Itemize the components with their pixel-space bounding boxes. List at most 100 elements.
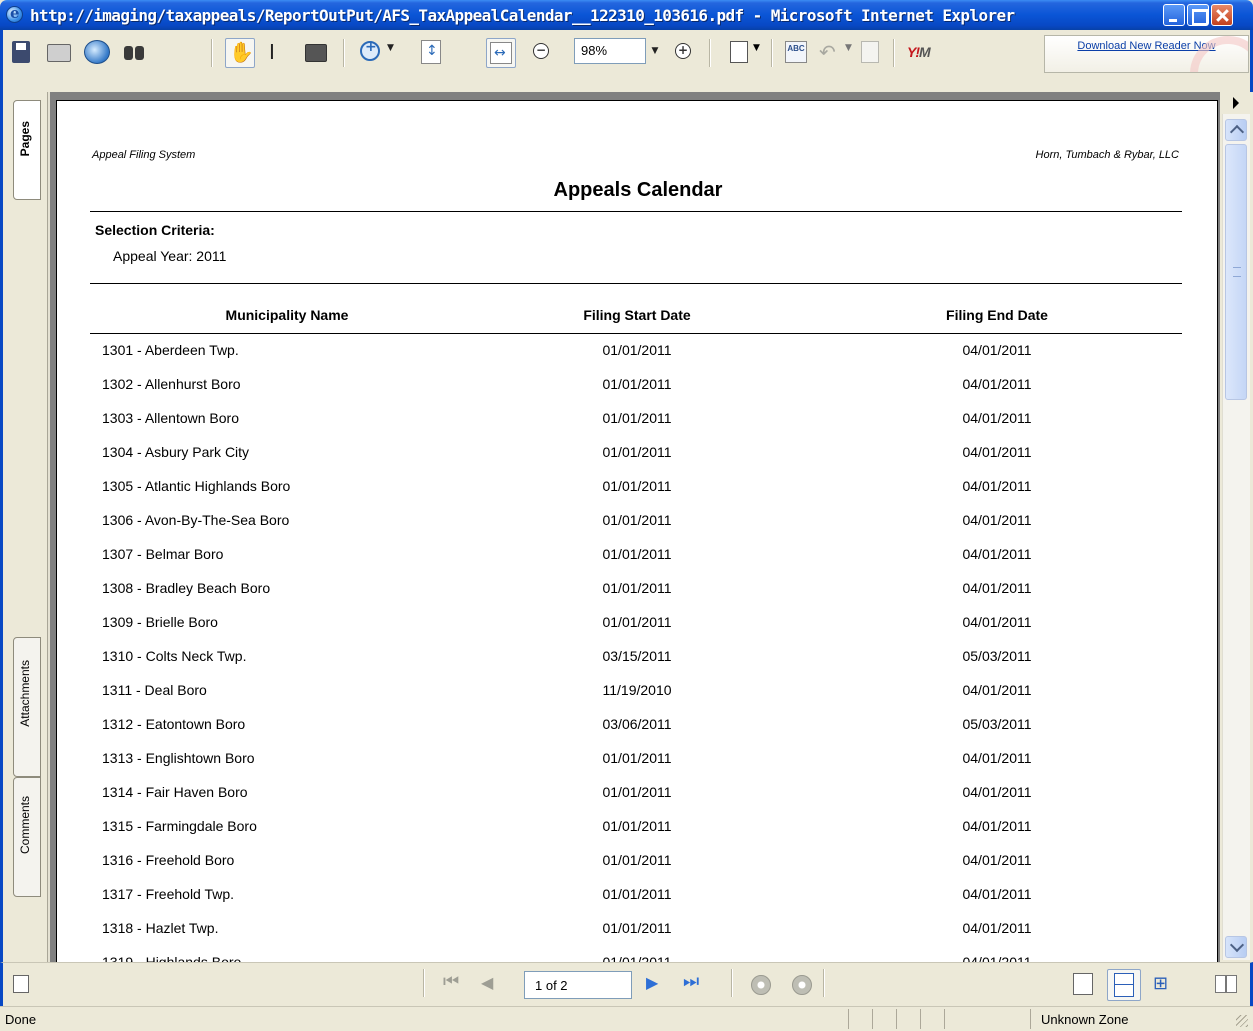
title-bar: http://imaging/taxappeals/ReportOutPut/A… (0, 0, 1253, 30)
start-date-cell: 01/01/2011 (602, 478, 672, 494)
table-row: 1305 - Atlantic Highlands Boro 01/01/2011… (57, 473, 1219, 507)
table-row: 1302 - Allenhurst Boro 01/01/2011 04/01/20… (57, 371, 1219, 405)
column-header-municipality: Municipality Name (225, 307, 349, 323)
next-view-icon[interactable] (792, 975, 812, 995)
page-number-field[interactable]: 1 of 2 (524, 971, 632, 999)
first-page-icon[interactable]: ⏮ (443, 971, 459, 992)
table-row: 1304 - Asbury Park City 01/01/2011 04/01/2… (57, 439, 1219, 473)
end-date-cell: 04/01/2011 (962, 784, 1032, 800)
table-row: 1309 - Brielle Boro 01/01/2011 04/01/2011 (57, 609, 1219, 643)
previous-view-icon[interactable] (751, 975, 771, 995)
print-icon[interactable] (47, 44, 71, 62)
chevron-down-icon[interactable]: ▼ (387, 43, 394, 53)
save-icon[interactable] (12, 41, 30, 63)
end-date-cell: 04/01/2011 (962, 920, 1032, 936)
fit-page-icon[interactable] (421, 40, 441, 64)
municipality-cell: 1304 - Asbury Park City (102, 444, 250, 460)
end-date-cell: 04/01/2011 (962, 546, 1032, 562)
tab-attachments[interactable]: Attachments (13, 637, 41, 777)
reader-toolbar: ✋ Ⅰ ▼ − 98% ▼ + ▼ ABC ↶ ▼ Y!M Download N… (0, 30, 1253, 92)
zoom-dropdown-icon[interactable]: ▼ (646, 38, 664, 64)
previous-page-icon[interactable]: ◀ (481, 973, 493, 992)
rotate-pages-icon[interactable] (730, 41, 748, 63)
page-layout-icon[interactable] (13, 975, 29, 993)
spell-check-icon[interactable]: ABC (785, 41, 807, 63)
search-icon[interactable] (123, 42, 145, 62)
end-date-cell: 04/01/2011 (962, 580, 1032, 596)
vertical-scrollbar[interactable] (1222, 114, 1250, 960)
table-row: 1310 - Colts Neck Twp. 03/15/2011 05/03/20… (57, 643, 1219, 677)
status-cell (944, 1009, 945, 1029)
fit-width-icon (490, 42, 512, 64)
navbar-separator (823, 969, 825, 997)
document-viewport[interactable]: Appeal Filing System Horn, Tumbach & Ryb… (50, 92, 1220, 962)
start-date-cell: 01/01/2011 (602, 580, 672, 596)
table-row: 1301 - Aberdeen Twp. 01/01/2011 04/01/2011 (57, 337, 1219, 371)
close-button[interactable] (1211, 4, 1233, 26)
resize-grip-icon[interactable] (1236, 1015, 1248, 1027)
table-row: 1313 - Englishtown Boro 01/01/2011 04/01/2… (57, 745, 1219, 779)
zoom-in-tool-icon[interactable] (360, 39, 380, 61)
end-date-cell: 04/01/2011 (962, 852, 1032, 868)
municipality-cell: 1316 - Freehold Boro (102, 852, 235, 868)
end-date-cell: 04/01/2011 (962, 478, 1032, 494)
scrollbar-thumb[interactable] (1225, 144, 1247, 400)
header-rule (90, 333, 1182, 334)
chevron-down-icon[interactable]: ▼ (753, 43, 760, 53)
start-date-cell: 03/15/2011 (602, 648, 672, 664)
zoom-in-icon[interactable]: + (675, 43, 691, 59)
municipality-cell: 1302 - Allenhurst Boro (102, 376, 241, 392)
email-icon[interactable] (84, 40, 110, 64)
tab-comments[interactable]: Comments (13, 777, 41, 897)
download-new-reader-link[interactable]: Download New Reader Now (1044, 35, 1249, 73)
status-cell (1030, 1009, 1031, 1029)
status-cell (920, 1009, 921, 1029)
toolbar-separator (771, 39, 773, 67)
scroll-up-icon[interactable] (1225, 119, 1247, 141)
toolbar-separator (343, 39, 345, 67)
end-date-cell: 04/01/2011 (962, 444, 1032, 460)
browser-window: http://imaging/taxappeals/ReportOutPut/A… (0, 0, 1253, 1031)
toolbar-separator (893, 39, 895, 67)
yahoo-search-icon[interactable]: Y!M (907, 44, 931, 60)
end-date-cell: 05/03/2011 (962, 648, 1032, 664)
end-date-cell: 04/01/2011 (962, 512, 1032, 528)
internet-explorer-icon (6, 4, 23, 23)
zoom-level-field[interactable]: 98% (574, 38, 646, 64)
minimize-button[interactable] (1163, 4, 1185, 26)
undo-icon[interactable]: ↶ (819, 40, 836, 64)
scroll-down-icon[interactable] (1225, 936, 1247, 958)
municipality-cell: 1307 - Belmar Boro (102, 546, 224, 562)
status-cell (872, 1009, 873, 1029)
status-bar: Done Unknown Zone (0, 1006, 1253, 1031)
continuous-facing-icon[interactable]: ⊞ (1153, 973, 1168, 994)
start-date-cell: 01/01/2011 (602, 614, 672, 630)
toolbar-separator (211, 39, 213, 67)
chevron-down-icon[interactable]: ▼ (845, 43, 852, 53)
zoom-out-icon[interactable]: − (533, 43, 549, 59)
municipality-cell: 1303 - Allentown Boro (102, 410, 239, 426)
report-header-right: Horn, Tumbach & Rybar, LLC (1035, 149, 1179, 161)
tab-pages[interactable]: Pages (13, 100, 41, 200)
start-date-cell: 01/01/2011 (602, 750, 672, 766)
municipality-cell: 1314 - Fair Haven Boro (102, 784, 248, 800)
navbar-separator (423, 969, 425, 997)
last-page-icon[interactable]: ⏭ (683, 971, 699, 992)
status-text: Done (5, 1012, 37, 1027)
next-page-icon[interactable]: ▶ (646, 973, 658, 992)
end-date-cell: 04/01/2011 (962, 886, 1032, 902)
copy-icon[interactable] (861, 41, 879, 63)
select-text-icon[interactable]: Ⅰ (269, 40, 275, 64)
facing-pages-icon[interactable] (1215, 973, 1237, 995)
start-date-cell: 01/01/2011 (602, 546, 672, 562)
municipality-cell: 1318 - Hazlet Twp. (102, 920, 219, 936)
expand-panel-icon[interactable] (1220, 92, 1250, 114)
maximize-button[interactable] (1187, 4, 1209, 26)
report-title: Appeals Calendar (553, 179, 723, 201)
end-date-cell: 04/01/2011 (962, 750, 1032, 766)
yahoo-logo-text: Y! (907, 44, 920, 60)
single-page-icon[interactable] (1073, 973, 1093, 995)
navigation-panel: Pages Attachments Comments (0, 92, 51, 962)
municipality-cell: 1301 - Aberdeen Twp. (102, 342, 239, 358)
snapshot-icon[interactable] (305, 44, 327, 62)
